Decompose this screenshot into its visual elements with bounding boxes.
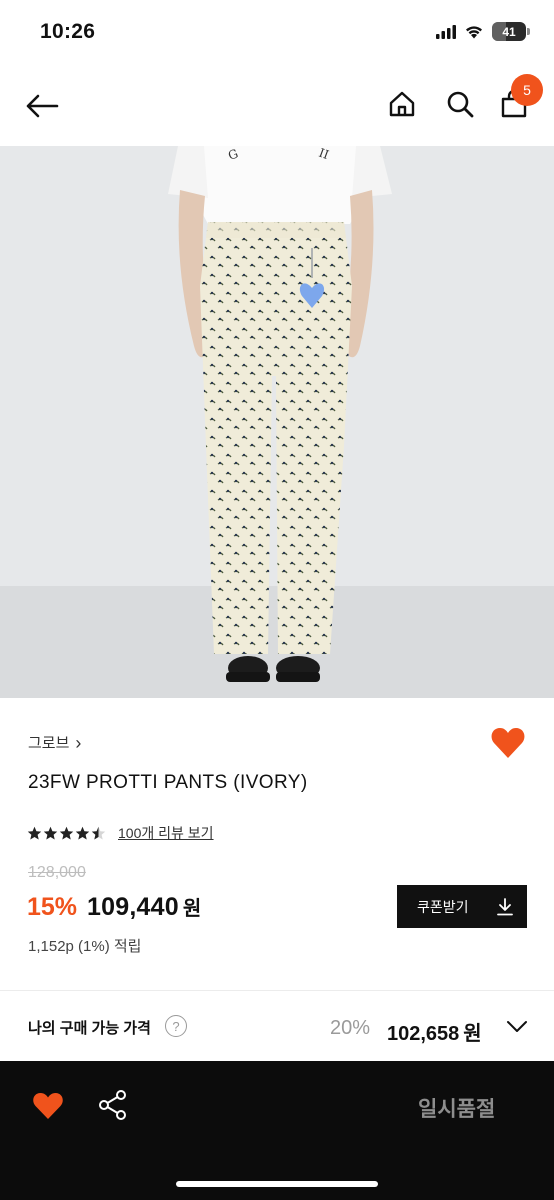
status-time: 10:26 — [40, 20, 96, 43]
star-icon — [27, 826, 42, 839]
back-arrow-icon — [26, 94, 59, 118]
back-button[interactable] — [22, 86, 62, 126]
cart-count-badge: 5 — [511, 74, 543, 106]
discount-rate: 15% — [27, 893, 78, 921]
star-icon — [43, 826, 58, 839]
signal-bars-icon — [436, 24, 456, 39]
battery-indicator: 41 — [492, 22, 530, 41]
search-button[interactable] — [440, 84, 480, 124]
rating-row: 100개 리뷰 보기 — [27, 823, 214, 843]
top-navigation: 5 — [0, 66, 554, 146]
product-image[interactable]: G II — [0, 146, 554, 698]
status-bar: 10:26 41 — [0, 0, 554, 66]
sale-price: 109,440 — [87, 893, 179, 921]
coupon-button[interactable]: 쿠폰받기 — [397, 885, 527, 928]
download-icon — [497, 897, 513, 915]
wifi-icon — [466, 26, 482, 39]
star-icon — [59, 826, 74, 839]
my-price-label: 나의 구매 가능 가격 — [28, 1020, 151, 1037]
battery-cap — [527, 28, 530, 35]
coupon-button-label: 쿠폰받기 — [417, 898, 469, 915]
reward-points: 1,152p (1%) 적립 — [28, 938, 142, 955]
review-link[interactable]: 100개 리뷰 보기 — [118, 823, 214, 843]
home-button[interactable] — [382, 84, 422, 124]
price-row: 15% 109,440 원 — [27, 892, 201, 922]
search-icon — [447, 91, 474, 118]
home-indicator — [176, 1181, 378, 1187]
help-icon[interactable]: ? — [165, 1015, 187, 1037]
my-price-value: 102,658 원 — [387, 1017, 482, 1046]
brand-link[interactable]: 그로브 › — [28, 732, 81, 753]
my-price-currency: 원 — [463, 1023, 482, 1045]
rating-stars — [27, 826, 106, 841]
status-icons: 41 — [436, 22, 530, 41]
bottom-action-bar: 일시품절 — [0, 1061, 554, 1200]
product-photo: G II — [0, 146, 554, 698]
star-icon — [75, 826, 90, 839]
original-price: 128,000 — [28, 864, 86, 881]
section-divider — [0, 990, 554, 991]
my-price-discount: 20% — [330, 1017, 371, 1039]
chevron-down-icon[interactable] — [506, 1019, 528, 1035]
sold-out-label: 일시품절 — [418, 1098, 496, 1121]
brand-name: 그로브 — [28, 735, 70, 752]
product-title: 23FW PROTTI PANTS (IVORY) — [28, 772, 308, 793]
share-icon[interactable] — [98, 1089, 128, 1121]
home-icon — [389, 91, 415, 117]
my-price-row[interactable]: 나의 구매 가능 가격 ? 20% 102,658 원 — [0, 1005, 554, 1057]
chevron-right-icon: › — [75, 732, 82, 753]
battery-icon: 41 — [492, 22, 526, 41]
currency-label: 원 — [182, 898, 202, 920]
wishlist-heart-icon[interactable] — [490, 726, 526, 760]
heart-icon[interactable] — [32, 1091, 64, 1121]
battery-percent: 41 — [502, 24, 516, 39]
star-icon — [91, 826, 106, 839]
my-price-amount: 102,658 — [387, 1023, 460, 1045]
